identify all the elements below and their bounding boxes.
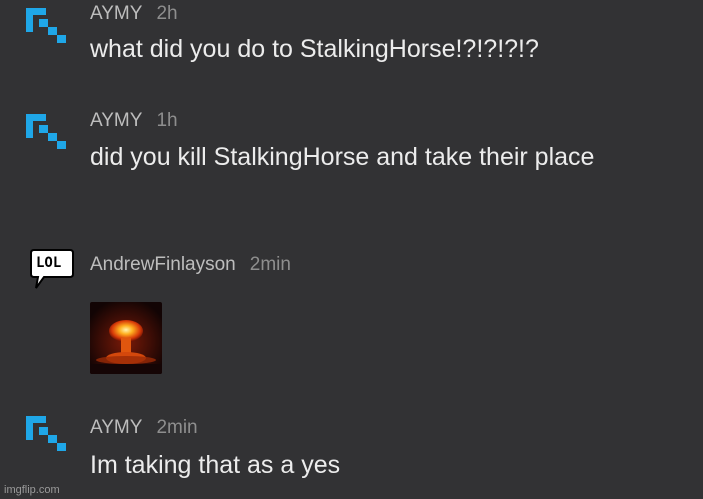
- comment-text: did you kill StalkingHorse and take thei…: [90, 143, 595, 171]
- comment-meta: AYMY 1h: [90, 110, 178, 132]
- lol-text: LOL: [36, 255, 62, 271]
- timestamp: 2min: [156, 417, 198, 438]
- comment-meta: AndrewFinlayson 2min: [90, 254, 291, 276]
- lol-speech-bubble-icon[interactable]: LOL: [30, 246, 78, 294]
- comment-meta: AYMY 2min: [90, 417, 198, 439]
- nuclear-explosion-image[interactable]: [90, 302, 162, 374]
- comment-text: what did you do to StalkingHorse!?!?!?!?: [90, 35, 539, 63]
- username[interactable]: AYMY: [90, 3, 142, 24]
- username[interactable]: AYMY: [90, 417, 142, 438]
- timestamp: 2h: [156, 3, 178, 24]
- blue-pixel-arrow-icon[interactable]: [26, 108, 74, 156]
- username[interactable]: AYMY: [90, 110, 142, 131]
- username[interactable]: AndrewFinlayson: [90, 254, 236, 275]
- comment-text: Im taking that as a yes: [90, 451, 341, 479]
- timestamp: 1h: [156, 110, 178, 131]
- blue-pixel-arrow-icon[interactable]: [26, 410, 74, 458]
- comment-meta: AYMY 2h: [90, 3, 178, 25]
- blue-pixel-arrow-icon[interactable]: [26, 2, 74, 50]
- timestamp: 2min: [249, 254, 291, 275]
- imgflip-watermark: imgflip.com: [4, 484, 60, 496]
